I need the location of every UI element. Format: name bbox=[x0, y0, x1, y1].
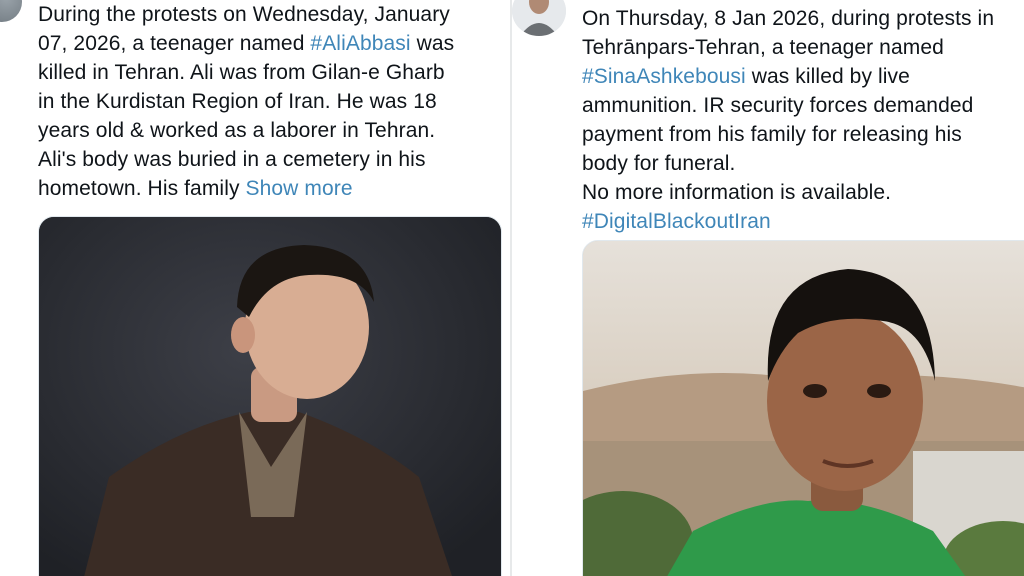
tweet-text-line: During the protests on Wednesday, Januar… bbox=[38, 3, 450, 26]
tweet-text-line: was killed by live bbox=[745, 65, 910, 88]
tweet-text-line: 07, 2026, a teenager named bbox=[38, 32, 311, 55]
tweet-text-line: in the Kurdistan Region of Iran. He was … bbox=[38, 90, 437, 113]
tweet-text-line: years old & worked as a laborer in Tehra… bbox=[38, 119, 436, 142]
tweet-text-line: Tehrānpars-Tehran, a teenager named bbox=[582, 36, 944, 59]
author-avatar[interactable] bbox=[0, 0, 22, 22]
tweet-text-line: On Thursday, 8 Jan 2026, during protests… bbox=[582, 7, 995, 30]
tweet-text-line: payment from his family for releasing hi… bbox=[582, 123, 962, 146]
show-more-link[interactable]: Show more bbox=[246, 177, 353, 200]
tweet-text: On Thursday, 8 Jan 2026, during protests… bbox=[582, 4, 1024, 236]
photo-young-man bbox=[39, 217, 501, 576]
tweet-photo[interactable] bbox=[582, 240, 1024, 576]
tweet-text-line: killed in Tehran. Ali was from Gilan-e G… bbox=[38, 61, 445, 84]
hashtag-link[interactable]: #DigitalBlackoutIran bbox=[582, 210, 771, 233]
tweet-photo[interactable] bbox=[38, 216, 502, 576]
tweet-left: During the protests on Wednesday, Januar… bbox=[0, 0, 510, 576]
tweet-text-line: Ali's body was buried in a cemetery in h… bbox=[38, 148, 426, 171]
author-avatar[interactable] bbox=[512, 0, 566, 36]
tweet-right: On Thursday, 8 Jan 2026, during protests… bbox=[512, 0, 1024, 576]
hashtag-link[interactable]: #AliAbbasi bbox=[310, 32, 410, 55]
photo-teenage-boy bbox=[583, 241, 1024, 576]
tweet-text-line: hometown. His family bbox=[38, 177, 246, 200]
tweet-text-line: body for funeral. bbox=[582, 152, 736, 175]
tweet-text-line: was bbox=[410, 32, 455, 55]
avatar-image bbox=[512, 0, 566, 36]
tweet-text: During the protests on Wednesday, Januar… bbox=[38, 0, 500, 203]
hashtag-link[interactable]: #SinaAshkebousi bbox=[582, 65, 746, 88]
tweet-text-line: ammunition. IR security forces demanded bbox=[582, 94, 974, 117]
tweet-text-line: No more information is available. bbox=[582, 181, 892, 204]
